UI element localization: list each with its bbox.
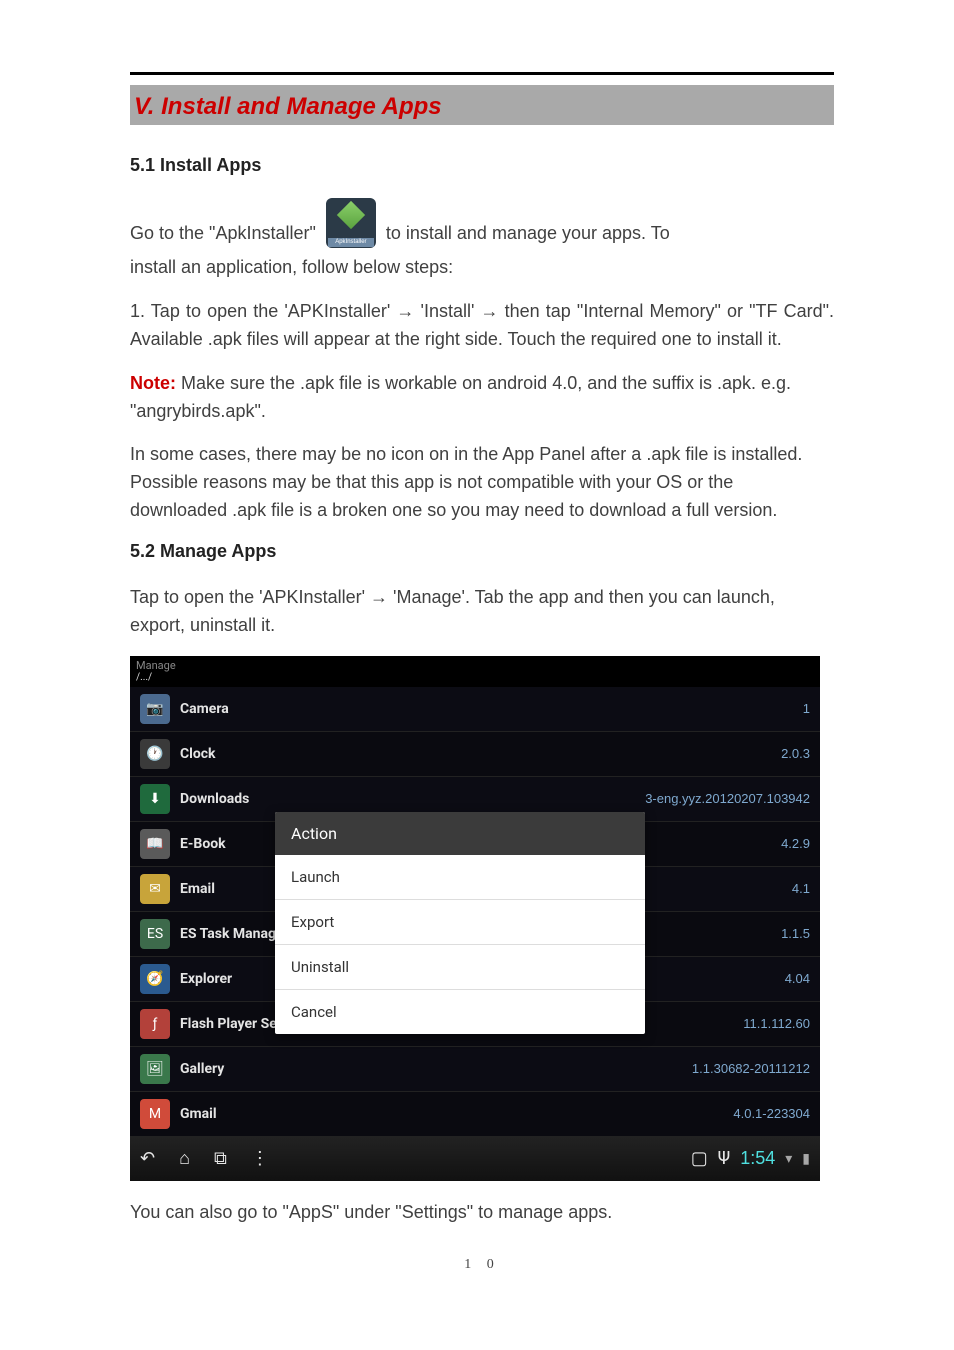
app-icon: 📷 — [140, 694, 170, 724]
page-number: 1 0 — [130, 1257, 834, 1273]
heading-install-apps: 5.1 Install Apps — [130, 155, 834, 176]
action-uninstall[interactable]: Uninstall — [275, 945, 645, 990]
app-row[interactable]: 🖼 Gallery1.1.30682-20111212 — [130, 1047, 820, 1092]
status-clock: 1:54 — [740, 1148, 775, 1169]
app-icon: ES — [140, 919, 170, 949]
app-name: Clock — [180, 746, 781, 762]
android-navbar: ↶ ⌂ ⧉ ⋮ ▢ Ψ 1:54 ▾ ▮ — [130, 1137, 820, 1181]
heading-manage-apps: 5.2 Manage Apps — [130, 541, 834, 562]
app-row[interactable]: 🕐 Clock2.0.3 — [130, 732, 820, 777]
wifi-icon: ▾ — [785, 1151, 792, 1167]
app-icon: 🧭 — [140, 964, 170, 994]
app-version: 3-eng.yyz.20120207.103942 — [645, 791, 810, 806]
p1c: install an application, follow below ste… — [130, 257, 453, 277]
p3: In some cases, there may be no icon on i… — [130, 441, 834, 525]
screenshot-icon: ▢ — [691, 1150, 708, 1168]
apkinstaller-icon: ApkInstaller — [326, 198, 376, 248]
action-export[interactable]: Export — [275, 900, 645, 945]
app-version: 4.1 — [792, 881, 810, 896]
app-name: Gmail — [180, 1106, 733, 1122]
android-screenshot: Manage /.../ 📷 Camera1 🕐 Clock2.0.3 ⬇ Downloa… — [130, 656, 820, 1181]
action-cancel[interactable]: Cancel — [275, 990, 645, 1034]
action-popup: Action Launch Export Uninstall Cancel — [275, 812, 645, 1034]
android-path: /.../ — [130, 672, 820, 687]
app-version: 4.04 — [785, 971, 810, 986]
note-paragraph: Note: Make sure the .apk file is workabl… — [130, 370, 834, 426]
app-version: 4.2.9 — [781, 836, 810, 851]
app-icon: 🖼 — [140, 1054, 170, 1084]
app-row[interactable]: M Gmail4.0.1-223304 — [130, 1092, 820, 1137]
app-icon: M — [140, 1099, 170, 1129]
action-launch[interactable]: Launch — [275, 855, 645, 900]
app-name: Camera — [180, 701, 803, 717]
app-name: Downloads — [180, 791, 645, 807]
app-version: 11.1.112.60 — [743, 1016, 810, 1031]
apkinstaller-icon-label: ApkInstaller — [328, 238, 374, 247]
app-icon: ✉ — [140, 874, 170, 904]
app-version: 1.1.5 — [781, 926, 810, 941]
app-icon: 📖 — [140, 829, 170, 859]
app-version: 2.0.3 — [781, 746, 810, 761]
back-icon[interactable]: ↶ — [140, 1150, 155, 1168]
android-manage-title: Manage — [130, 656, 820, 672]
menu-icon[interactable]: ⋮ — [251, 1150, 269, 1168]
app-row[interactable]: 📷 Camera1 — [130, 687, 820, 732]
app-icon: 🕐 — [140, 739, 170, 769]
app-version: 1 — [803, 701, 810, 716]
app-list: 📷 Camera1 🕐 Clock2.0.3 ⬇ Downloads3-eng.yyz.2… — [130, 687, 820, 1137]
p1a: Go to the "ApkInstaller" — [130, 220, 316, 248]
usb-icon: Ψ — [718, 1150, 730, 1168]
recents-icon[interactable]: ⧉ — [214, 1150, 227, 1168]
note-label: Note: — [130, 373, 176, 393]
app-icon: ⬇ — [140, 784, 170, 814]
note-body: Make sure the .apk file is workable on a… — [130, 373, 791, 421]
app-name: Gallery — [180, 1061, 692, 1077]
section-title: V. Install and Manage Apps — [134, 93, 442, 120]
battery-icon: ▮ — [802, 1151, 810, 1167]
app-version: 4.0.1-223304 — [733, 1106, 810, 1121]
app-icon: ƒ — [140, 1009, 170, 1039]
action-popup-title: Action — [275, 812, 645, 855]
step-1: 1. Tap to open the 'APKInstaller' → 'Ins… — [130, 298, 834, 354]
section-header: V. Install and Manage Apps — [130, 85, 834, 125]
p4: Tap to open the 'APKInstaller' → 'Manage… — [130, 584, 834, 640]
p1b: to install and manage your apps. To — [386, 220, 670, 248]
p5: You can also go to "AppS" under "Setting… — [130, 1199, 834, 1227]
home-icon[interactable]: ⌂ — [179, 1150, 190, 1168]
app-version: 1.1.30682-20111212 — [692, 1061, 810, 1076]
